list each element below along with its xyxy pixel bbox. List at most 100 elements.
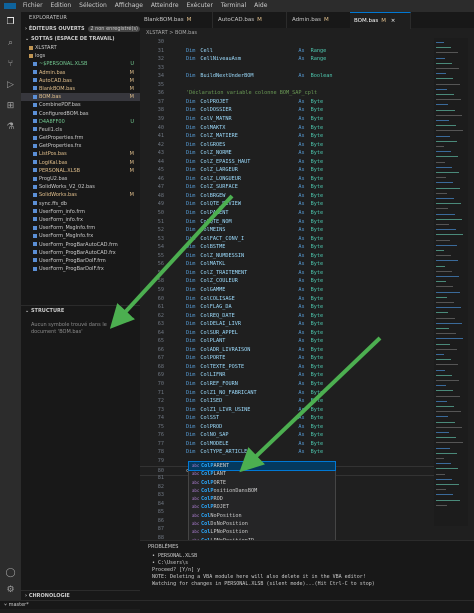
- file-item[interactable]: XLSTART: [21, 44, 140, 52]
- file-item[interactable]: BOM.bas M: [21, 93, 140, 102]
- file-item[interactable]: ConfiguredBOM.bas: [21, 110, 140, 118]
- open-editors-section[interactable]: › ÉDITEURS OUVERTS 2 non enregistré(s): [21, 24, 140, 34]
- file-item[interactable]: BlankBOM.bas M: [21, 85, 140, 93]
- suggestion-item[interactable]: abc ColPROJET: [189, 503, 335, 511]
- line-number: 79: [157, 457, 164, 464]
- code-line: 47 Dim ColZ_SURFACE As Byte: [140, 183, 323, 192]
- minimap-line: [436, 94, 454, 95]
- file-item[interactable]: D4A8FF00 U: [21, 118, 140, 126]
- minimap-line: [436, 68, 459, 69]
- file-item[interactable]: Admin.bas M: [21, 69, 140, 77]
- account-icon[interactable]: ◯: [5, 568, 16, 579]
- line-number: 69: [157, 372, 164, 379]
- type: Byte: [310, 210, 324, 216]
- file-item[interactable]: UserForm_info.frx: [21, 216, 140, 224]
- tab-bom[interactable]: BOM.bas M ×: [350, 12, 411, 29]
- tab-blankbom[interactable]: BlankBOM.bas M: [140, 12, 213, 28]
- minimap-line: [436, 343, 450, 345]
- identifier: ColZ_NUMDESSIN: [200, 252, 245, 259]
- menu-terminal[interactable]: Terminal: [218, 0, 249, 12]
- tab-problems[interactable]: PROBLÈMES: [140, 541, 474, 553]
- file-item[interactable]: logs: [21, 52, 140, 60]
- file-item[interactable]: GetProperties.frm: [21, 134, 140, 142]
- menu-affichage[interactable]: Affichage: [112, 0, 146, 12]
- file-item[interactable]: GetProperties.frx: [21, 142, 140, 150]
- menu-edition[interactable]: Edition: [47, 0, 74, 12]
- file-item[interactable]: SolidWorks.bas M: [21, 191, 140, 199]
- branch-name[interactable]: master*: [9, 602, 29, 608]
- file-item[interactable]: UserForm_ProgBarAutoCAD.frm: [21, 241, 140, 249]
- tab-autocad[interactable]: AutoCAD.bas M: [214, 12, 287, 28]
- file-label: CombinePDF.bas: [39, 102, 81, 109]
- minimap[interactable]: [434, 38, 468, 526]
- code-line: 70 Dim ColREF_FOURN As Byte: [140, 380, 323, 389]
- keyword: As: [298, 398, 305, 405]
- keyword: Dim: [186, 372, 196, 379]
- suggestion-item[interactable]: abc ColPROD: [189, 495, 335, 503]
- suggestion-item[interactable]: abc ColDsNoPosition: [189, 520, 335, 528]
- suggestion-item[interactable]: abc ColPositionDansBOM: [189, 487, 335, 495]
- structure-title[interactable]: ⌄ STRUCTURE: [21, 306, 140, 316]
- menu-selection[interactable]: Sélection: [76, 0, 110, 12]
- gear-icon[interactable]: ⚙: [5, 585, 16, 596]
- file-item[interactable]: PERSONAL.XLSB M: [21, 167, 140, 175]
- line-number: 51: [157, 218, 164, 225]
- identifier: ColSST: [200, 415, 220, 422]
- line-number: 87: [157, 526, 164, 533]
- file-item[interactable]: LogiKal.bas M: [21, 159, 140, 167]
- source-control-icon[interactable]: ⑂: [5, 59, 16, 70]
- suggestion-item[interactable]: abc ColPORTE: [189, 479, 335, 487]
- file-item[interactable]: ListPos.bas M: [21, 150, 140, 158]
- menu-executer[interactable]: Exécuter: [183, 0, 215, 12]
- minimap-line: [436, 265, 445, 267]
- menu-aide[interactable]: Aide: [251, 0, 270, 12]
- keyword: As: [298, 449, 305, 456]
- testing-icon[interactable]: ⚗: [5, 122, 16, 133]
- type: Byte: [310, 269, 324, 276]
- file-item[interactable]: CombinePDF.bas: [21, 101, 140, 109]
- run-debug-icon[interactable]: ▷: [5, 80, 16, 91]
- file-label: LogiKal.bas: [39, 159, 68, 166]
- code-line: 39 Dim ColV_MATNR As Byte: [140, 115, 323, 124]
- file-label: AutoCAD.bas: [39, 77, 72, 84]
- code-line: 81: [140, 474, 186, 483]
- file-item[interactable]: UserForm_ProgBarAutoCAD.frx: [21, 249, 140, 257]
- suggestion-item[interactable]: abc ColLPNoPosition: [189, 528, 335, 536]
- file-item[interactable]: UserForm_ProgBarDoIF.frm: [21, 257, 140, 265]
- type: Byte: [310, 449, 324, 456]
- file-item[interactable]: AutoCAD.bas M: [21, 77, 140, 85]
- tab-admin[interactable]: Admin.bas M: [288, 12, 353, 28]
- file-item[interactable]: UserForm_MsgInfo.frx: [21, 232, 140, 240]
- minimap-line: [436, 416, 448, 418]
- identifier: ColZ_LONGUEUR: [200, 175, 241, 182]
- terminal-output[interactable]: • PERSONAL.XLSB • C:\Users\s Proceed? [Y/n…: [140, 553, 474, 588]
- code-line: 78 Dim ColTYPE_ARTICLE As Byte: [140, 448, 323, 457]
- menu-fichier[interactable]: Fichier: [20, 0, 46, 12]
- close-icon[interactable]: ×: [391, 18, 396, 24]
- file-item[interactable]: ~$PERSONAL.XLSB U: [21, 60, 140, 68]
- suggestion-item[interactable]: abc ColPLANT: [189, 470, 335, 478]
- menu-atteindre[interactable]: Atteindre: [148, 0, 182, 12]
- timeline-section[interactable]: › CHRONOLOGIE: [21, 590, 140, 600]
- type: Byte: [310, 141, 324, 148]
- identifier: BuildNextUnderBOM: [200, 73, 254, 80]
- file-item[interactable]: SolidWorks_V2_02.bas: [21, 183, 140, 191]
- explorer-icon[interactable]: ❐: [5, 17, 16, 28]
- file-item[interactable]: UserForm_info.frm: [21, 208, 140, 216]
- file-item[interactable]: UserForm_ProgBarDoIF.frx: [21, 265, 140, 273]
- file-item[interactable]: sync.ffs_db: [21, 200, 140, 208]
- extensions-icon[interactable]: ⊞: [5, 101, 16, 112]
- file-item[interactable]: Feuil1.cls: [21, 126, 140, 134]
- text-suggestion-icon: abc: [192, 487, 200, 493]
- git-status: M: [129, 69, 134, 76]
- file-item[interactable]: ProgU2.bas: [21, 175, 140, 183]
- suggestion-item[interactable]: abc ColNoPosition: [189, 512, 335, 520]
- git-status: M: [129, 85, 134, 92]
- search-icon[interactable]: ⌕: [5, 38, 16, 49]
- suggestion-match: Col: [201, 463, 211, 469]
- file-item[interactable]: UserForm_MsgInfo.frm: [21, 224, 140, 232]
- type: Byte: [310, 115, 324, 122]
- suggestion-item[interactable]: abc ColPARENT: [188, 460, 336, 472]
- workspace-section[interactable]: ⌄ SOTTAS (ESPACE DE TRAVAIL): [21, 34, 140, 44]
- minimap-line: [436, 447, 450, 449]
